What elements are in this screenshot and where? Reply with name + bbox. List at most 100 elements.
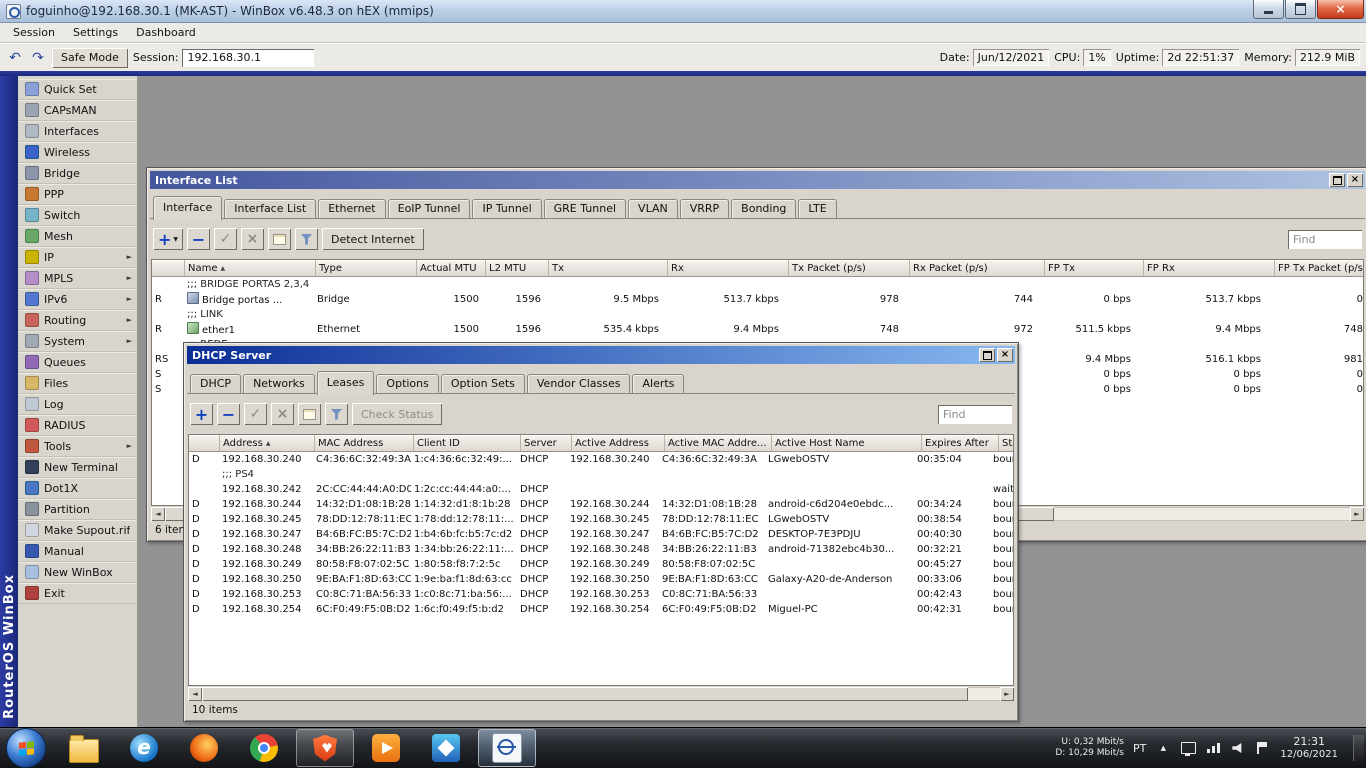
lease-row[interactable]: D 192.168.30.250 9E:BA:F1:8D:63:CC 1:9e:…: [189, 572, 1013, 587]
column-active-mac[interactable]: Active MAC Addre...: [665, 435, 772, 451]
column-server[interactable]: Server: [521, 435, 572, 451]
lease-row[interactable]: D 192.168.30.244 14:32:D1:08:1B:28 1:14:…: [189, 497, 1013, 512]
detect-internet-button[interactable]: Detect Internet: [322, 228, 424, 250]
sidebar-item-partition[interactable]: Partition: [18, 499, 137, 520]
column-fp-tx-packet[interactable]: FP Tx Packet (p/s): [1275, 260, 1363, 276]
tab-vrrp[interactable]: VRRP: [679, 199, 730, 219]
taskbar-explorer-button[interactable]: [56, 730, 112, 766]
column-address[interactable]: Address ▲: [220, 435, 315, 451]
tab-leases[interactable]: Leases: [316, 371, 375, 395]
tab-vlan[interactable]: VLAN: [628, 199, 678, 219]
taskbar-chrome-button[interactable]: [236, 730, 292, 766]
network-icon[interactable]: [1205, 740, 1221, 756]
tab-eoip-tunnel[interactable]: EoIP Tunnel: [387, 199, 471, 219]
taskbar-brave-button[interactable]: [296, 729, 354, 767]
sidebar-item-ipv6[interactable]: IPv6 ►: [18, 289, 137, 310]
menu-settings[interactable]: Settings: [64, 26, 127, 39]
remove-button[interactable]: −: [217, 403, 240, 425]
show-desktop-button[interactable]: [1353, 735, 1364, 761]
sidebar-item-new-terminal[interactable]: New Terminal: [18, 457, 137, 478]
lease-row[interactable]: D 192.168.30.240 C4:36:6C:32:49:3A 1:c4:…: [189, 452, 1013, 467]
undo-icon[interactable]: ↶: [6, 49, 24, 67]
tab-gre-tunnel[interactable]: GRE Tunnel: [543, 199, 627, 219]
column-flags[interactable]: [152, 260, 185, 276]
tab-ip-tunnel[interactable]: IP Tunnel: [472, 199, 542, 219]
add-button[interactable]: +: [190, 403, 213, 425]
column-flags[interactable]: [189, 435, 220, 451]
close-icon[interactable]: ×: [997, 348, 1013, 362]
tab-option-sets[interactable]: Option Sets: [440, 374, 525, 394]
comment-button[interactable]: [268, 228, 291, 250]
minimize-button[interactable]: [1253, 0, 1284, 19]
column-status[interactable]: Status: [999, 435, 1013, 451]
display-icon[interactable]: [1180, 740, 1196, 756]
scroll-thumb[interactable]: [202, 687, 969, 701]
sidebar-item-ppp[interactable]: PPP: [18, 184, 137, 205]
sidebar-item-quick-set[interactable]: Quick Set: [18, 79, 137, 100]
window-titlebar[interactable]: foguinho@192.168.30.1 (MK-AST) - WinBox …: [0, 0, 1366, 23]
tab-alerts[interactable]: Alerts: [632, 374, 685, 394]
filter-button[interactable]: [325, 403, 348, 425]
column-fp-tx[interactable]: FP Tx: [1045, 260, 1144, 276]
hidden-icons-button[interactable]: ▲: [1155, 740, 1171, 756]
restore-icon[interactable]: [1329, 173, 1345, 187]
disable-button[interactable]: ×: [271, 403, 294, 425]
check-status-button[interactable]: Check Status: [352, 403, 443, 425]
scroll-left-icon[interactable]: ◄: [188, 687, 202, 701]
sidebar-item-queues[interactable]: Queues: [18, 352, 137, 373]
tab-bonding[interactable]: Bonding: [731, 199, 797, 219]
sidebar-item-log[interactable]: Log: [18, 394, 137, 415]
column-tx-packet[interactable]: Tx Packet (p/s): [789, 260, 910, 276]
column-active-host-name[interactable]: Active Host Name: [772, 435, 922, 451]
sidebar-item-wireless[interactable]: Wireless: [18, 142, 137, 163]
dhcp-titlebar[interactable]: DHCP Server ×: [187, 346, 1015, 364]
maximize-button[interactable]: [1285, 0, 1316, 19]
lease-row[interactable]: D 192.168.30.247 B4:6B:FC:B5:7C:D2 1:b4:…: [189, 527, 1013, 542]
lease-row[interactable]: ;;; PS4: [189, 467, 1013, 482]
column-l2-mtu[interactable]: L2 MTU: [486, 260, 549, 276]
session-field[interactable]: 192.168.30.1: [181, 48, 314, 67]
column-rx-packet[interactable]: Rx Packet (p/s): [910, 260, 1045, 276]
enable-button[interactable]: ✓: [244, 403, 267, 425]
close-button[interactable]: ×: [1317, 0, 1364, 19]
sidebar-item-tools[interactable]: Tools ►: [18, 436, 137, 457]
sidebar-item-switch[interactable]: Switch: [18, 205, 137, 226]
menu-session[interactable]: Session: [4, 26, 64, 39]
interface-row[interactable]: R Bridge portas ... Bridge 1500 1596 9.5…: [152, 292, 1363, 307]
find-input[interactable]: [1288, 229, 1362, 249]
scroll-right-icon[interactable]: ►: [1000, 687, 1014, 701]
comment-button[interactable]: [298, 403, 321, 425]
sidebar-item-capsman[interactable]: CAPsMAN: [18, 100, 137, 121]
column-rx[interactable]: Rx: [668, 260, 789, 276]
column-client-id[interactable]: Client ID: [414, 435, 521, 451]
sidebar-item-ip[interactable]: IP ►: [18, 247, 137, 268]
sidebar-item-files[interactable]: Files: [18, 373, 137, 394]
column-expires-after[interactable]: Expires After: [922, 435, 999, 451]
column-type[interactable]: Type: [316, 260, 417, 276]
start-button[interactable]: [6, 728, 46, 768]
lease-row[interactable]: D 192.168.30.248 34:BB:26:22:11:B3 1:34:…: [189, 542, 1013, 557]
lease-row[interactable]: D 192.168.30.253 C0:8C:71:BA:56:33 1:c0:…: [189, 587, 1013, 602]
sidebar-item-system[interactable]: System ►: [18, 331, 137, 352]
menu-dashboard[interactable]: Dashboard: [127, 26, 205, 39]
column-actual-mtu[interactable]: Actual MTU: [417, 260, 486, 276]
volume-icon[interactable]: [1230, 740, 1246, 756]
sidebar-item-radius[interactable]: RADIUS: [18, 415, 137, 436]
tab-interface[interactable]: Interface: [153, 196, 223, 220]
taskbar-photos-button[interactable]: [418, 730, 474, 766]
interface-list-titlebar[interactable]: Interface List ×: [150, 171, 1365, 189]
disable-button[interactable]: ×: [241, 228, 264, 250]
sidebar-item-manual[interactable]: Manual: [18, 541, 137, 562]
column-fp-rx[interactable]: FP Rx: [1144, 260, 1275, 276]
taskbar-edge-button[interactable]: [116, 730, 172, 766]
sidebar-item-routing[interactable]: Routing ►: [18, 310, 137, 331]
lease-row[interactable]: D 192.168.30.249 80:58:F8:07:02:5C 1:80:…: [189, 557, 1013, 572]
sidebar-item-mpls[interactable]: MPLS ►: [18, 268, 137, 289]
filter-button[interactable]: [295, 228, 318, 250]
taskbar-clock[interactable]: 21:31 12/06/2021: [1280, 735, 1338, 761]
sidebar-item-exit[interactable]: Exit: [18, 583, 137, 604]
tab-vendor-classes[interactable]: Vendor Classes: [526, 374, 631, 394]
find-input[interactable]: [938, 404, 1012, 424]
column-tx[interactable]: Tx: [549, 260, 668, 276]
scroll-right-icon[interactable]: ►: [1350, 507, 1364, 521]
